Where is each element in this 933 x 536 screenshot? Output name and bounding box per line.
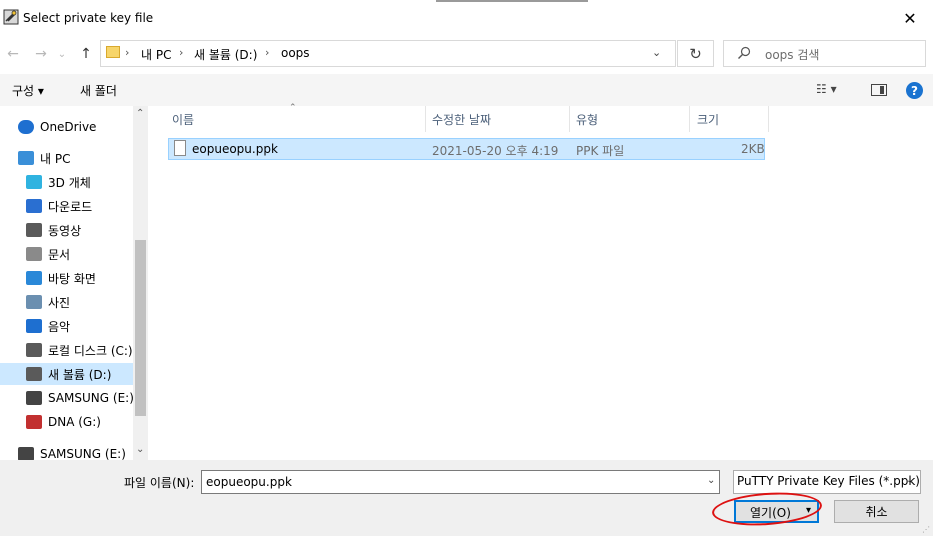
back-icon[interactable]: ←: [2, 43, 24, 65]
sidebar-item-label: 바탕 화면: [48, 271, 96, 286]
sidebar-item[interactable]: 3D 개체: [0, 171, 133, 193]
document-icon: [26, 247, 42, 261]
file-type: PPK 파일: [576, 144, 625, 158]
nav-scrollbar-thumb[interactable]: [135, 240, 146, 416]
view-options-button[interactable]: ☷ ▾: [816, 82, 837, 96]
column-header-type[interactable]: 유형: [576, 111, 598, 128]
sidebar-item-label: 새 볼륨 (D:): [48, 367, 112, 382]
column-divider[interactable]: [569, 106, 570, 132]
breadcrumb-separator[interactable]: ›: [179, 46, 183, 59]
search-placeholder: oops 검색: [765, 48, 820, 62]
file-size: 2KB: [741, 142, 765, 156]
up-icon[interactable]: ↑: [75, 43, 97, 65]
refresh-button[interactable]: ↻: [677, 40, 714, 67]
sidebar-item-label: SAMSUNG (E:): [48, 391, 133, 405]
sidebar-item-label: OneDrive: [40, 120, 97, 134]
preview-pane-icon[interactable]: [871, 84, 887, 96]
filename-label: 파일 이름(N):: [124, 476, 195, 490]
filename-value[interactable]: eopueopu.ppk: [206, 475, 292, 489]
usb-drive-icon: [26, 391, 42, 405]
help-icon[interactable]: ?: [906, 82, 923, 99]
search-input[interactable]: [723, 40, 926, 67]
sidebar-item[interactable]: 동영상: [0, 219, 133, 241]
sidebar-item-label: SAMSUNG (E:): [40, 447, 126, 461]
recent-locations-icon[interactable]: ⌄: [55, 43, 69, 65]
sidebar-item-label: 음악: [48, 319, 71, 334]
usb-drive-icon: [18, 447, 34, 461]
putty-key-icon: [3, 9, 19, 25]
column-header-size[interactable]: 크기: [697, 111, 719, 128]
breadcrumb-my-pc[interactable]: 내 PC: [141, 46, 171, 63]
forward-icon[interactable]: →: [30, 43, 52, 65]
breadcrumb-volume-d[interactable]: 새 볼륨 (D:): [194, 46, 257, 63]
sidebar-item-label: 로컬 디스크 (C:): [48, 343, 133, 358]
file-type-filter-value[interactable]: PuTTY Private Key Files (*.ppk): [737, 474, 920, 488]
file-icon: [174, 140, 186, 156]
desktop-icon: [26, 271, 42, 285]
sidebar-item[interactable]: 바탕 화면: [0, 267, 133, 289]
folder-icon: [106, 46, 120, 58]
removable-drive-icon: [26, 415, 42, 429]
breadcrumb-separator[interactable]: ›: [125, 46, 129, 59]
address-dropdown-icon[interactable]: ⌄: [652, 46, 661, 59]
sidebar-item[interactable]: 내 PC: [0, 147, 133, 169]
sidebar-item-label: 동영상: [48, 223, 82, 238]
top-border-line: [436, 0, 588, 2]
column-header-name[interactable]: 이름: [172, 111, 194, 128]
sidebar-item-label: DNA (G:): [48, 415, 101, 429]
sidebar-item-label: 문서: [48, 247, 71, 262]
cancel-button[interactable]: 취소: [834, 500, 919, 523]
sidebar-item[interactable]: 로컬 디스크 (C:): [0, 339, 133, 361]
close-button[interactable]: ✕: [887, 0, 933, 36]
filename-dropdown-icon[interactable]: ⌄: [707, 475, 715, 486]
sidebar-item[interactable]: OneDrive: [0, 116, 133, 138]
music-note-icon: [26, 319, 42, 333]
sort-ascending-icon: ⌃: [289, 103, 297, 113]
download-arrow-icon: [26, 199, 42, 213]
scroll-up-icon[interactable]: ⌃: [136, 108, 144, 119]
sidebar-item[interactable]: 새 볼륨 (D:): [0, 363, 133, 385]
sidebar-item-label: 3D 개체: [48, 175, 91, 190]
sidebar-item[interactable]: 음악: [0, 315, 133, 337]
file-modified: 2021-05-20 오후 4:19: [432, 144, 559, 158]
resize-grip-icon[interactable]: ⋰: [922, 525, 930, 534]
sidebar-item[interactable]: 다운로드: [0, 195, 133, 217]
sidebar-item-label: 사진: [48, 295, 71, 310]
breadcrumb-separator[interactable]: ›: [265, 46, 269, 59]
column-divider[interactable]: [425, 106, 426, 132]
system-drive-icon: [26, 343, 42, 357]
filter-dropdown-icon[interactable]: ⌄: [906, 475, 914, 486]
command-bar: [0, 74, 933, 106]
drive-icon: [26, 367, 42, 381]
scroll-down-icon[interactable]: ⌄: [136, 444, 144, 455]
search-icon: [738, 46, 751, 59]
window-title: Select private key file: [23, 11, 154, 25]
sidebar-item[interactable]: 문서: [0, 243, 133, 265]
sidebar-item[interactable]: DNA (G:): [0, 411, 133, 433]
cloud-icon: [18, 120, 34, 134]
sidebar-item[interactable]: 사진: [0, 291, 133, 313]
file-name[interactable]: eopueopu.ppk: [192, 142, 278, 156]
column-header-modified[interactable]: 수정한 날짜: [432, 111, 491, 128]
sidebar-item-label: 다운로드: [48, 199, 93, 214]
sidebar-item-label: 내 PC: [40, 151, 71, 166]
computer-icon: [18, 151, 34, 165]
sidebar-item[interactable]: SAMSUNG (E:): [0, 387, 133, 409]
breadcrumb-oops[interactable]: oops: [281, 46, 310, 60]
new-folder-button[interactable]: 새 폴더: [80, 82, 117, 99]
column-divider[interactable]: [689, 106, 690, 132]
column-divider[interactable]: [768, 106, 769, 132]
address-bar[interactable]: [100, 40, 676, 67]
cube-icon: [26, 175, 42, 189]
film-icon: [26, 223, 42, 237]
picture-icon: [26, 295, 42, 309]
organize-button[interactable]: 구성 ▾: [12, 82, 44, 99]
